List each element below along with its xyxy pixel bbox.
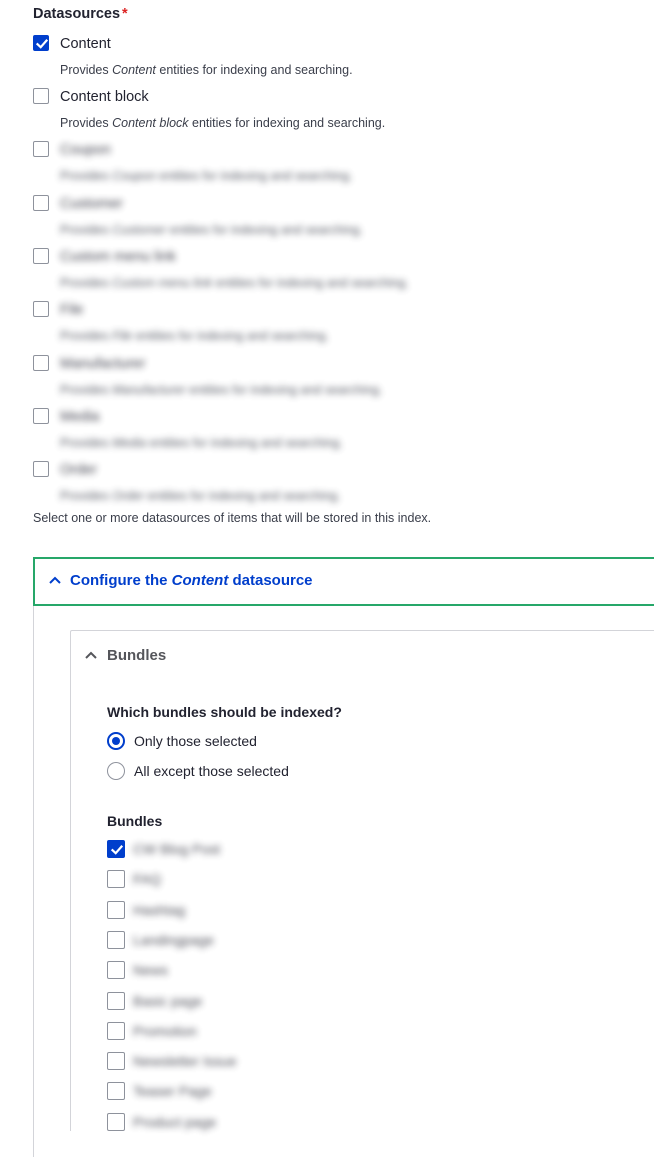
datasource-description: Provides Manufacturer entities for index… xyxy=(60,383,383,397)
datasource-label[interactable]: Order xyxy=(60,462,97,478)
datasource-description: Provides Content block entities for inde… xyxy=(60,116,386,130)
bundle-checkbox[interactable] xyxy=(107,961,125,980)
bundle-label[interactable]: Newsletter Issue xyxy=(133,1053,236,1069)
bundles-list-title: Bundles xyxy=(107,813,163,829)
bundle-checkbox[interactable] xyxy=(107,870,125,889)
bundle-label[interactable]: Landingpage xyxy=(133,932,214,948)
bundle-checkbox[interactable] xyxy=(107,900,125,919)
bundle-checkbox[interactable] xyxy=(107,1082,125,1101)
bundle-checkbox[interactable] xyxy=(107,930,125,949)
required-marker: * xyxy=(122,6,128,22)
bundle-checkbox[interactable] xyxy=(107,840,125,858)
datasource-description: Provides Order entities for indexing and… xyxy=(60,489,341,503)
datasource-checkbox[interactable] xyxy=(33,408,49,424)
bundle-mode-radio-label[interactable]: Only those selected xyxy=(134,733,257,749)
bundle-checkbox[interactable] xyxy=(107,1052,125,1071)
configure-title-suffix: datasource xyxy=(228,572,313,589)
bundle-checkbox[interactable] xyxy=(107,1112,125,1131)
datasource-label[interactable]: Content block xyxy=(60,89,149,105)
bundle-label[interactable]: Promotion xyxy=(133,1023,197,1039)
bundle-label[interactable]: Teaser Page xyxy=(133,1083,212,1099)
datasource-checkbox[interactable] xyxy=(33,195,49,211)
datasources-heading: Datasources * xyxy=(33,6,128,22)
datasources-helper-text: Select one or more datasources of items … xyxy=(33,511,432,525)
datasource-label[interactable]: Coupon xyxy=(60,142,111,158)
bundle-label[interactable]: FAQ xyxy=(133,871,161,887)
checkmark-icon xyxy=(35,39,49,49)
datasource-checkbox[interactable] xyxy=(33,88,49,104)
datasources-heading-label: Datasources xyxy=(33,6,121,22)
datasource-checkbox[interactable] xyxy=(33,461,49,477)
datasource-label[interactable]: File xyxy=(60,302,83,318)
datasource-label[interactable]: Custom menu link xyxy=(60,249,176,265)
bundle-label[interactable]: Basic page xyxy=(133,993,202,1009)
datasource-checkbox[interactable] xyxy=(33,35,49,51)
datasource-description: Provides Customer entities for indexing … xyxy=(60,223,363,237)
datasource-label[interactable]: Content xyxy=(60,36,111,52)
bundle-checkbox[interactable] xyxy=(107,1021,125,1040)
configure-datasource-summary[interactable]: Configure the Content datasource xyxy=(33,557,654,606)
chevron-up-icon xyxy=(49,576,61,584)
bundle-label[interactable]: News xyxy=(133,962,168,978)
datasource-description: Provides Custom menu link entities for i… xyxy=(60,276,409,290)
chevron-up-icon[interactable] xyxy=(85,651,97,659)
configure-title-prefix: Configure the xyxy=(70,572,172,589)
datasource-label[interactable]: Manufacturer xyxy=(60,356,145,372)
bundle-mode-radio[interactable] xyxy=(107,732,125,750)
bundles-summary-title[interactable]: Bundles xyxy=(107,647,166,664)
datasource-checkbox[interactable] xyxy=(33,141,49,157)
datasource-checkbox[interactable] xyxy=(33,301,49,317)
configure-title-entity: Content xyxy=(171,572,229,589)
datasource-checkbox[interactable] xyxy=(33,355,49,371)
bundle-mode-question: Which bundles should be indexed? xyxy=(107,704,342,720)
datasource-checkbox[interactable] xyxy=(33,248,49,264)
datasource-description: Provides Content entities for indexing a… xyxy=(60,63,353,77)
configure-datasource-title[interactable]: Configure the Content datasource xyxy=(70,572,313,589)
checkmark-icon xyxy=(110,845,124,855)
datasource-label[interactable]: Media xyxy=(60,409,100,425)
bundle-mode-radio-label[interactable]: All except those selected xyxy=(134,763,289,779)
datasource-description: Provides File entities for indexing and … xyxy=(60,329,329,343)
datasource-description: Provides Media entities for indexing and… xyxy=(60,436,343,450)
bundle-mode-radio[interactable] xyxy=(107,762,125,780)
bundle-label[interactable]: Hashtag xyxy=(133,902,185,918)
bundles-details: Bundles Which bundles should be indexed?… xyxy=(70,630,654,1131)
datasource-description: Provides Coupon entities for indexing an… xyxy=(60,169,353,183)
bundle-checkbox[interactable] xyxy=(107,991,125,1010)
bundle-label[interactable]: CW Blog Post xyxy=(133,841,220,857)
bundle-label[interactable]: Product page xyxy=(133,1114,216,1130)
datasource-label[interactable]: Customer xyxy=(60,196,123,212)
